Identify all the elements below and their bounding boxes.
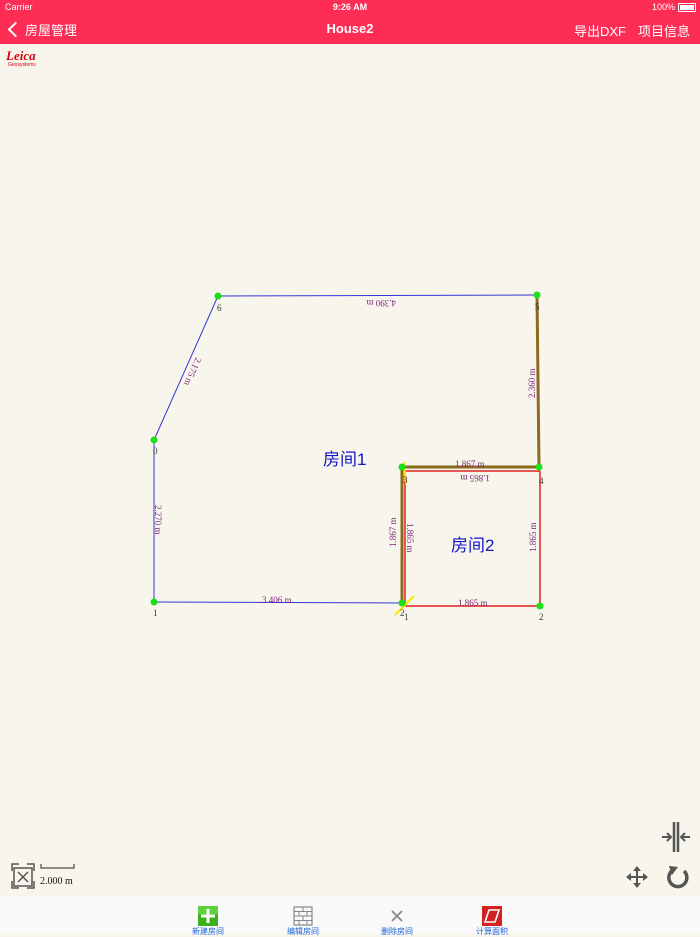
vertex-point[interactable]: [533, 291, 541, 299]
room1-edge-6-0: [153, 295, 219, 441]
room2-vertex-label: 1: [404, 612, 409, 622]
rotate-button[interactable]: [665, 863, 691, 889]
status-bar: Carrier 9:26 AM 100%: [0, 0, 700, 14]
battery-status: 100%: [652, 2, 696, 12]
move-button[interactable]: [626, 866, 648, 888]
nav-bar: 房屋管理 House2 导出DXF 项目信息: [0, 14, 700, 44]
vertex-point[interactable]: [214, 292, 222, 300]
vertex-point[interactable]: [535, 463, 543, 471]
delete-room-label: 删除房间: [381, 927, 413, 936]
room2-vertex-label: 2: [539, 612, 544, 622]
dimension-label: 1.865 m: [460, 473, 490, 483]
project-info-button[interactable]: 项目信息: [638, 21, 690, 40]
vertex-point[interactable]: [150, 436, 158, 444]
move-arrows-icon: [626, 866, 648, 888]
vertex-point[interactable]: [536, 602, 544, 610]
dimension-label: 2.360 m: [527, 368, 537, 398]
calc-area-button[interactable]: 计算面积: [452, 906, 532, 937]
room1-vertex-label: 6: [217, 303, 222, 313]
new-room-label: 新建房间: [192, 927, 224, 936]
shared-walls: [400, 294, 541, 603]
status-time: 9:26 AM: [332, 2, 368, 12]
room2-label[interactable]: 房间2: [451, 531, 494, 556]
bottom-toolbar: 新建房间 编辑房间 删除房间 计算面积: [0, 897, 700, 937]
room1-vertex-label: 3: [403, 475, 408, 485]
dimension-label: 1.865 m: [405, 523, 415, 553]
dimension-label: 1.865 m: [458, 598, 488, 608]
header: Carrier 9:26 AM 100% 房屋管理 House2 导出DXF 项…: [0, 0, 700, 44]
new-room-button[interactable]: 新建房间: [168, 906, 248, 937]
dimension-label: 1.865 m: [528, 522, 538, 552]
export-dxf-button[interactable]: 导出DXF: [574, 21, 626, 40]
room1-vertex-label: 4: [539, 476, 544, 486]
room1-edge-5-6: [217, 294, 538, 297]
wall-3-4: [535, 294, 541, 468]
close-icon: [391, 910, 403, 922]
room1-vertex-label: 0: [153, 446, 158, 456]
room1-label[interactable]: 房间1: [323, 445, 366, 470]
scale-bar: [40, 864, 75, 869]
area-icon: [482, 906, 502, 926]
dimension-label: 2.270 m: [153, 505, 163, 535]
nav-actions: 导出DXF 项目信息: [574, 21, 690, 40]
room1-vertex-label: 5: [535, 302, 540, 312]
dimension-label: 1.867 m: [388, 517, 398, 547]
add-icon: [198, 906, 218, 926]
dimension-label: 1.867 m: [455, 459, 485, 469]
edit-room-button[interactable]: 编辑房间: [263, 906, 343, 937]
zoom-extents-icon[interactable]: [11, 863, 35, 889]
brick-wall-icon: [293, 906, 313, 926]
fit-view-button[interactable]: [660, 820, 692, 854]
dimension-label: 4.390 m: [366, 298, 396, 308]
edit-room-label: 编辑房间: [287, 927, 319, 936]
vertex-point[interactable]: [398, 599, 406, 607]
rotate-icon: [667, 866, 689, 889]
dimension-label: 2.175 m: [182, 356, 203, 387]
calc-area-label: 计算面积: [476, 927, 508, 936]
battery-percent: 100%: [651, 2, 675, 12]
compress-arrows-icon: [662, 822, 690, 852]
room1-vertex-label: 1: [153, 608, 158, 618]
scale-label: 2.000 m: [40, 876, 73, 887]
vertex-point[interactable]: [398, 463, 406, 471]
vertex-point[interactable]: [150, 598, 158, 606]
battery-icon: [678, 2, 696, 12]
delete-room-button[interactable]: 删除房间: [357, 906, 437, 937]
dimension-label: 3.406 m: [262, 595, 292, 605]
